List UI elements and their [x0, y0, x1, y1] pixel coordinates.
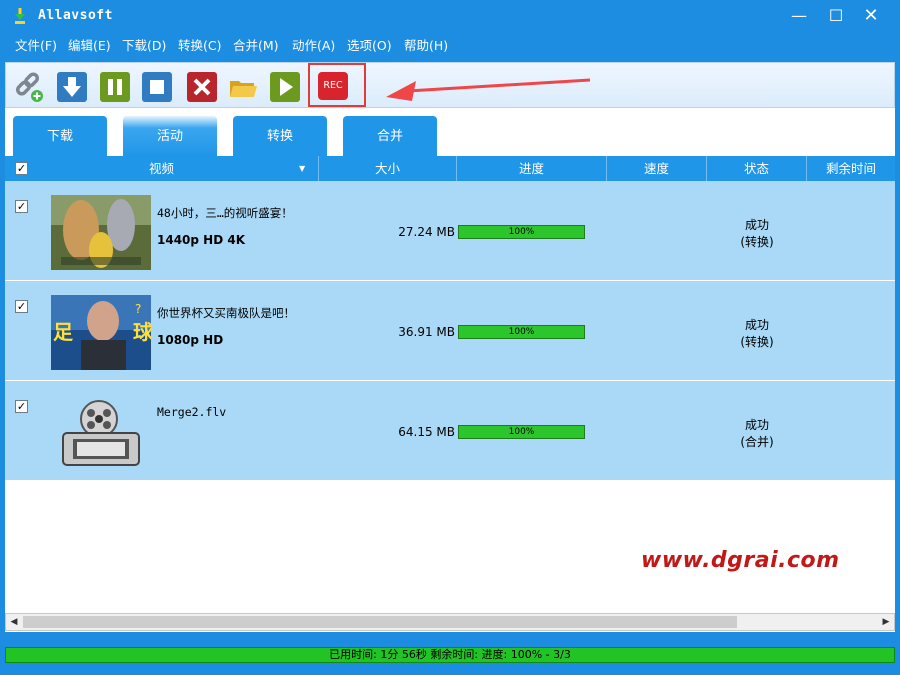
- film-reel-icon: [51, 395, 151, 470]
- menu-bar: 文件(F) 编辑(E) 下载(D) 转换(C) 合并(M) 动作(A) 选项(O…: [0, 32, 900, 54]
- file-name: Merge2.flv: [157, 405, 227, 419]
- delete-button[interactable]: [187, 72, 217, 102]
- svg-text:足: 足: [53, 320, 74, 344]
- quality-label: 1440p HD 4K: [157, 233, 245, 247]
- progress-bar: 100%: [458, 225, 585, 239]
- menu-download[interactable]: 下载(D): [122, 35, 166, 54]
- scroll-left-icon[interactable]: ◀: [6, 614, 22, 630]
- status-detail: (合并): [740, 435, 774, 449]
- minimize-button[interactable]: —: [784, 4, 814, 28]
- link-add-icon: [15, 72, 43, 102]
- menu-edit[interactable]: 编辑(E): [68, 35, 111, 54]
- status-text: 成功: [744, 418, 769, 432]
- scroll-thumb[interactable]: [23, 616, 737, 628]
- table-header: ✓ 视频 ▼ 大小 进度 速度 状态 剩余时间: [5, 156, 895, 181]
- close-button[interactable]: ✕: [856, 4, 886, 28]
- file-name: 48小时，三…的视听盛宴！: [157, 206, 293, 220]
- open-folder-button[interactable]: [228, 72, 258, 102]
- file-size: 64.15 MB: [398, 425, 455, 439]
- x-icon: [193, 78, 211, 96]
- col-progress-header[interactable]: 进度: [457, 156, 607, 181]
- file-name: 你世界杯又买南极队是吧！: [157, 306, 295, 320]
- status-cell: 成功 (转换): [705, 317, 809, 351]
- stop-button[interactable]: [142, 72, 172, 102]
- video-thumbnail: [51, 195, 151, 270]
- menu-merge[interactable]: 合并(M): [233, 35, 279, 54]
- menu-file[interactable]: 文件(F): [15, 35, 57, 54]
- progress-bar: 100%: [458, 325, 585, 339]
- progress-bar: 100%: [458, 425, 585, 439]
- watermark-text: www.dgrai.com: [641, 548, 840, 573]
- stop-icon: [150, 80, 164, 94]
- horizontal-scrollbar[interactable]: ◀ ▶: [5, 613, 895, 631]
- table-row[interactable]: ✓ 足 球 ? 你世界杯又买南极队是吧！ 1080p HD 36.91 MB 1…: [5, 281, 895, 381]
- status-cell: 成功 (合并): [705, 417, 809, 451]
- window-title: Allavsoft: [38, 8, 113, 23]
- menu-options[interactable]: 选项(O): [347, 35, 392, 54]
- svg-text:球: 球: [133, 320, 151, 344]
- row-checkbox[interactable]: ✓: [15, 300, 28, 313]
- status-bar: 已用时间: 1分 56秒 剩余时间: 进度: 100% - 3/3: [5, 647, 895, 663]
- pause-icon: [108, 79, 122, 95]
- rec-button[interactable]: REC: [318, 72, 348, 100]
- annotation-arrow-icon: [386, 78, 591, 101]
- col-video-header[interactable]: ✓ 视频 ▼: [5, 156, 319, 181]
- menu-help[interactable]: 帮助(H): [404, 35, 448, 54]
- app-logo-icon: [15, 8, 25, 24]
- download-button[interactable]: [57, 72, 87, 102]
- file-size: 27.24 MB: [398, 225, 455, 239]
- status-cell: 成功 (转换): [705, 217, 809, 251]
- app-window: Allavsoft — ☐ ✕ 文件(F) 编辑(E) 下载(D) 转换(C) …: [0, 0, 900, 675]
- maximize-button[interactable]: ☐: [821, 4, 851, 28]
- arrow-down-icon: [63, 77, 81, 97]
- status-text: 成功: [744, 218, 769, 232]
- col-status-header[interactable]: 状态: [707, 156, 807, 181]
- col-size-header[interactable]: 大小: [319, 156, 457, 181]
- table-row[interactable]: ✓ Merge2.flv 64.15 MB 100% 成功 (合并): [5, 381, 895, 481]
- status-text: 成功: [744, 318, 769, 332]
- play-button[interactable]: [270, 72, 300, 102]
- pause-button[interactable]: [100, 72, 130, 102]
- quality-label: 1080p HD: [157, 333, 224, 347]
- select-all-checkbox[interactable]: ✓: [15, 162, 28, 175]
- scroll-right-icon[interactable]: ▶: [878, 614, 894, 630]
- title-bar: Allavsoft — ☐ ✕: [0, 0, 900, 32]
- video-thumbnail: 足 球 ?: [51, 295, 151, 370]
- table-row[interactable]: ✓ 48小时，三…的视听盛宴！ 1440p HD 4K 27.24 MB 100…: [5, 181, 895, 281]
- col-speed-header[interactable]: 速度: [607, 156, 707, 181]
- menu-action[interactable]: 动作(A): [292, 35, 335, 54]
- folder-icon: [230, 81, 257, 97]
- row-checkbox[interactable]: ✓: [15, 400, 28, 413]
- menu-convert[interactable]: 转换(C): [178, 35, 221, 54]
- add-url-button[interactable]: [14, 72, 44, 102]
- tab-active[interactable]: 活动: [123, 116, 217, 156]
- play-icon: [280, 78, 293, 96]
- file-size: 36.91 MB: [398, 325, 455, 339]
- status-detail: (转换): [740, 335, 774, 349]
- svg-text:?: ?: [135, 302, 141, 316]
- col-remaining-header[interactable]: 剩余时间: [807, 156, 895, 181]
- tab-convert[interactable]: 转换: [233, 116, 327, 156]
- status-detail: (转换): [740, 235, 774, 249]
- tab-merge[interactable]: 合并: [343, 116, 437, 156]
- toolbar: REC: [5, 62, 895, 108]
- sort-arrow-icon: ▼: [299, 164, 306, 173]
- tab-download[interactable]: 下载: [13, 116, 107, 156]
- row-checkbox[interactable]: ✓: [15, 200, 28, 213]
